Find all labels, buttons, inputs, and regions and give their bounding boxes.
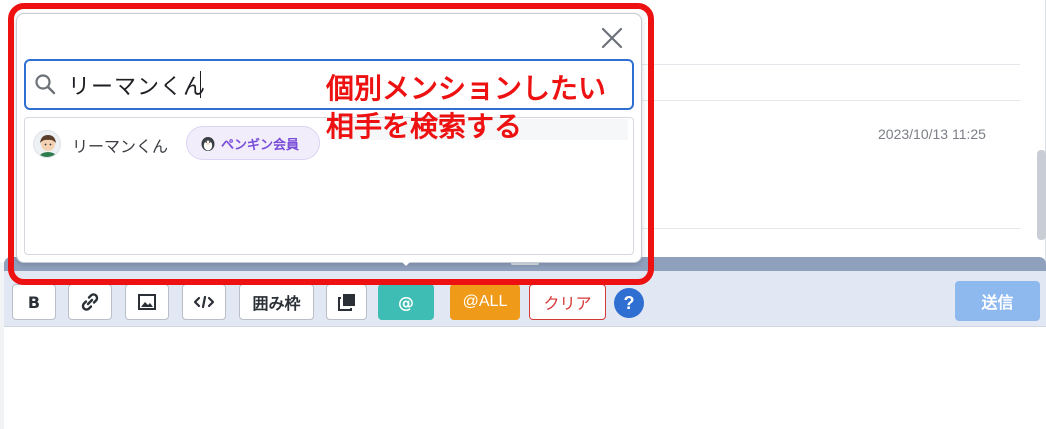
copy-icon bbox=[337, 294, 355, 311]
link-button[interactable] bbox=[68, 284, 112, 320]
message-input[interactable] bbox=[4, 327, 1046, 429]
frame-button[interactable]: 囲み枠 bbox=[239, 284, 314, 320]
mention-button-label: @ bbox=[398, 292, 414, 312]
code-icon bbox=[193, 295, 215, 309]
help-button[interactable]: ? bbox=[614, 288, 644, 318]
frame-button-label: 囲み枠 bbox=[252, 294, 301, 313]
link-icon bbox=[81, 293, 99, 311]
clear-button-label: クリア bbox=[543, 294, 592, 313]
image-icon bbox=[138, 294, 156, 310]
copy-button[interactable] bbox=[326, 284, 367, 320]
send-button-label: 送信 bbox=[981, 293, 1014, 312]
bold-button-label: B bbox=[27, 292, 41, 312]
annotation-line-1: 個別メンションしたい bbox=[326, 72, 607, 105]
message-timestamp: 2023/10/13 11:25 bbox=[878, 126, 986, 142]
image-button[interactable] bbox=[125, 284, 169, 320]
annotation-text: 個別メンションしたい 相手を検索する bbox=[326, 70, 646, 146]
mention-button[interactable]: @ bbox=[378, 284, 434, 320]
divider bbox=[640, 64, 1020, 65]
bold-button[interactable]: B bbox=[12, 284, 56, 320]
app-root: 2023/10/13 11:25 B 囲み枠 @ @ALL クリア ? 送信 リ… bbox=[0, 0, 1046, 429]
help-icon: ? bbox=[623, 292, 635, 313]
mention-all-button-label: @ALL bbox=[462, 293, 508, 310]
divider bbox=[640, 228, 1020, 229]
code-button[interactable] bbox=[182, 284, 226, 320]
divider bbox=[640, 100, 1020, 101]
chat-scrollbar[interactable] bbox=[1037, 150, 1046, 240]
mention-all-button[interactable]: @ALL bbox=[450, 284, 520, 320]
annotation-line-2: 相手を検索する bbox=[326, 110, 523, 143]
clear-button[interactable]: クリア bbox=[529, 284, 606, 320]
send-button[interactable]: 送信 bbox=[955, 281, 1040, 321]
